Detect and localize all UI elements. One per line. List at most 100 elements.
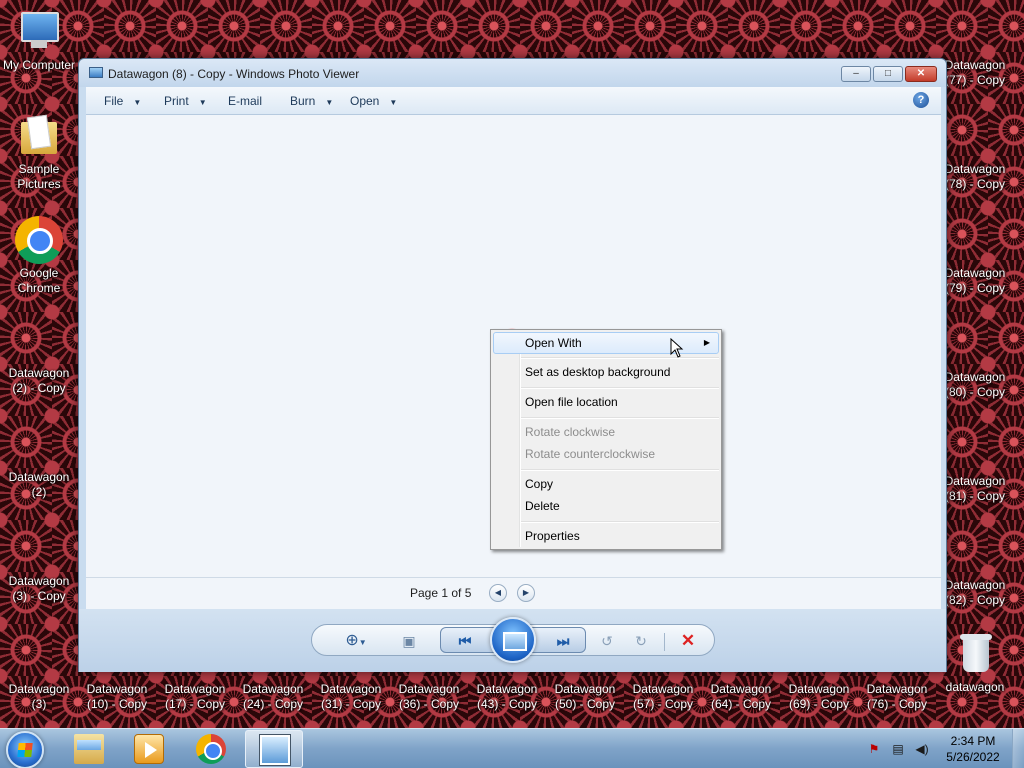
taskbar-button-explorer[interactable] <box>60 730 118 768</box>
previous-page-button[interactable]: ◀ <box>489 584 507 602</box>
mouse-cursor-icon <box>670 338 684 358</box>
desktop-icon-file[interactable]: Datawagon (17) - Copy <box>157 682 233 712</box>
desktop-icon-my-computer[interactable]: My Computer <box>1 8 77 73</box>
zoom-icon[interactable]: ⊕▼ <box>338 629 374 653</box>
menu-separator <box>521 417 719 419</box>
desktop-icon-file[interactable]: Datawagon (10) - Copy <box>79 682 155 712</box>
desktop-icon-label: Datawagon (76) - Copy <box>866 682 928 711</box>
desktop-icon-file[interactable]: Datawagon (36) - Copy <box>391 682 467 712</box>
desktop-icon-label: Datawagon (79) - Copy <box>944 266 1006 295</box>
desktop-icon-recycle-bin[interactable]: datawagon <box>937 630 1013 695</box>
rotate-clockwise-icon[interactable]: ↻ <box>630 629 652 653</box>
start-button[interactable] <box>6 731 44 768</box>
desktop-icon-label: Datawagon (82) - Copy <box>944 578 1006 607</box>
desktop-icon-label: Datawagon (36) - Copy <box>398 682 460 711</box>
desktop-icon-file[interactable]: Datawagon (3) <box>1 682 77 712</box>
show-desktop-button[interactable] <box>1012 729 1024 768</box>
desktop-icon-file[interactable]: Datawagon (2) - Copy <box>1 320 77 396</box>
menu-item-delete[interactable]: Delete <box>493 495 719 517</box>
page-indicator: Page 1 of 5 <box>410 586 472 600</box>
chevron-down-icon: ▼ <box>389 98 398 107</box>
desktop-icon-label: Datawagon (50) - Copy <box>554 682 616 711</box>
image-file-icon <box>21 424 57 468</box>
desktop-icon-file[interactable]: Datawagon (76) - Copy <box>859 682 935 712</box>
desktop-icon-label: Datawagon (17) - Copy <box>164 682 226 711</box>
desktop-icon-label: Datawagon (2) - Copy <box>8 366 70 395</box>
desktop-icon-file[interactable]: Datawagon (50) - Copy <box>547 682 623 712</box>
menu-item-properties[interactable]: Properties <box>493 525 719 547</box>
desktop-icon-file[interactable]: Datawagon (57) - Copy <box>625 682 701 712</box>
desktop-icon-google-chrome[interactable]: Google Chrome <box>1 216 77 296</box>
menu-bar: File ▼ Print ▼ E-mail Burn ▼ Open ▼ ? <box>86 87 941 115</box>
previous-image-icon[interactable]: ⏮ <box>453 629 477 653</box>
desktop-icon-label: Datawagon (24) - Copy <box>242 682 304 711</box>
rotate-counterclockwise-icon[interactable]: ↺ <box>596 629 618 653</box>
taskbar-button-media-player[interactable] <box>120 730 178 768</box>
menu-print[interactable]: Print ▼ <box>164 87 207 115</box>
desktop-icon-label: Datawagon (78) - Copy <box>944 162 1006 191</box>
context-menu: Open With ▶ Set as desktop background Op… <box>490 329 722 550</box>
next-image-icon[interactable]: ⏭ <box>551 629 575 653</box>
taskbar-button-photo-viewer[interactable] <box>245 730 303 768</box>
menu-item-set-desktop-background[interactable]: Set as desktop background <box>493 361 719 383</box>
media-player-icon <box>134 734 164 764</box>
desktop-icon-file[interactable]: Datawagon (80) - Copy <box>937 370 1013 400</box>
desktop-icon-file[interactable]: Datawagon (64) - Copy <box>703 682 779 712</box>
desktop-icon-label: Sample Pictures <box>17 162 61 191</box>
menu-item-open-file-location[interactable]: Open file location <box>493 391 719 413</box>
desktop-icon-label: Datawagon (3) - Copy <box>8 574 70 603</box>
desktop-icon-file[interactable]: Datawagon (43) - Copy <box>469 682 545 712</box>
recycle-bin-icon <box>951 630 999 678</box>
menu-open[interactable]: Open ▼ <box>350 87 397 115</box>
taskbar: ⚑ ▤ ◀) 2:34 PM 5/26/2022 <box>0 728 1024 768</box>
desktop-icon-file[interactable]: Datawagon (31) - Copy <box>313 682 389 712</box>
menu-item-copy[interactable]: Copy <box>493 473 719 495</box>
window-title: Datawagon (8) - Copy - Windows Photo Vie… <box>108 67 360 81</box>
slideshow-button[interactable] <box>490 617 536 663</box>
close-button[interactable]: ✕ <box>905 66 937 82</box>
desktop-icon-label: Datawagon (64) - Copy <box>710 682 772 711</box>
actual-size-icon[interactable]: ▣ <box>398 629 420 653</box>
menu-email-label: E-mail <box>228 94 263 108</box>
desktop-icon-file[interactable]: Datawagon (82) - Copy <box>937 578 1013 608</box>
action-center-flag-icon[interactable]: ⚑ <box>866 741 882 757</box>
menu-email[interactable]: E-mail <box>228 87 262 115</box>
menu-file[interactable]: File ▼ <box>104 87 141 115</box>
network-icon[interactable]: ▤ <box>890 741 906 757</box>
desktop-icon-file[interactable]: Datawagon (24) - Copy <box>235 682 311 712</box>
desktop-icon-file[interactable]: Datawagon (78) - Copy <box>937 162 1013 192</box>
desktop-icon-file[interactable]: Datawagon (77) - Copy <box>937 58 1013 88</box>
system-clock[interactable]: 2:34 PM 5/26/2022 <box>938 733 1008 765</box>
desktop-icon-file[interactable]: Datawagon (2) <box>1 424 77 500</box>
help-icon[interactable]: ? <box>913 92 929 108</box>
menu-item-label: Delete <box>525 499 560 513</box>
taskbar-button-chrome[interactable] <box>182 730 240 768</box>
desktop-icon-file[interactable]: Datawagon (79) - Copy <box>937 266 1013 296</box>
photo-viewer-icon <box>89 67 103 78</box>
menu-print-label: Print <box>164 94 189 108</box>
chevron-down-icon: ▼ <box>133 98 142 107</box>
menu-separator <box>521 469 719 471</box>
image-file-icon <box>21 320 57 364</box>
title-bar[interactable]: Datawagon (8) - Copy - Windows Photo Vie… <box>79 59 946 87</box>
desktop-icon-label: datawagon <box>945 680 1005 694</box>
menu-item-label: Rotate clockwise <box>525 425 616 439</box>
menu-burn[interactable]: Burn ▼ <box>290 87 333 115</box>
maximize-button[interactable]: □ <box>873 66 903 82</box>
minimize-button[interactable]: – <box>841 66 871 82</box>
chrome-icon <box>15 216 63 264</box>
desktop-icon-file[interactable]: Datawagon (81) - Copy <box>937 474 1013 504</box>
delete-icon[interactable]: ✕ <box>676 629 700 653</box>
folder-icon <box>15 112 63 160</box>
desktop-icon-label: Datawagon (31) - Copy <box>320 682 382 711</box>
menu-item-label: Properties <box>525 529 580 543</box>
volume-icon[interactable]: ◀) <box>914 741 930 757</box>
menu-separator <box>521 387 719 389</box>
desktop-icon-file[interactable]: Datawagon (69) - Copy <box>781 682 857 712</box>
menu-item-open-with[interactable]: Open With ▶ <box>493 332 719 354</box>
next-page-button[interactable]: ▶ <box>517 584 535 602</box>
desktop-icon-label: Datawagon (2) <box>8 470 70 499</box>
menu-item-label: Open With <box>525 336 582 350</box>
desktop-icon-sample-pictures[interactable]: Sample Pictures <box>1 112 77 192</box>
desktop-icon-file[interactable]: Datawagon (3) - Copy <box>1 528 77 604</box>
